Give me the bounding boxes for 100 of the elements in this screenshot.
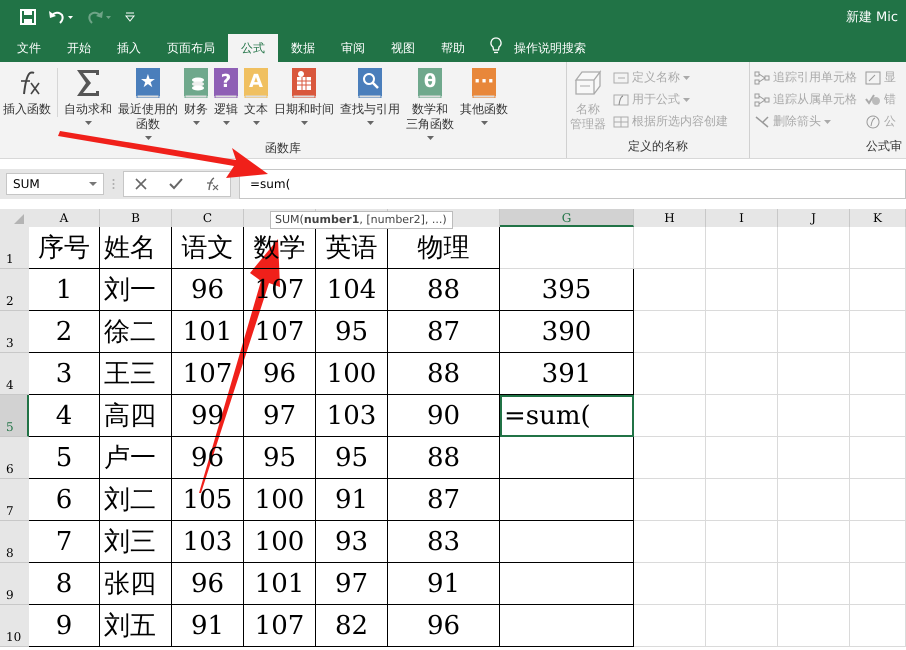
empty-cell	[850, 269, 906, 311]
ribbon-tab[interactable]: 文件	[4, 34, 54, 62]
cancel-icon[interactable]	[135, 178, 147, 190]
row-header[interactable]: 10	[0, 605, 29, 647]
empty-cell	[634, 311, 706, 353]
window-title: 新建 Mic	[846, 9, 898, 26]
table-cell: 刘二	[100, 479, 172, 521]
ribbon-tab[interactable]: 审阅	[328, 34, 378, 62]
table-cell: 395	[500, 269, 634, 311]
ribbon-tab[interactable]: 页面布局	[154, 34, 228, 62]
table-cell: 2	[29, 311, 100, 353]
empty-cell	[634, 437, 706, 479]
row-header[interactable]: 6	[0, 437, 29, 479]
empty-cell	[778, 311, 850, 353]
sigma-icon	[74, 68, 102, 98]
row-header[interactable]: 8	[0, 521, 29, 563]
table-cell: 语文	[172, 227, 244, 269]
column-header[interactable]: J	[778, 209, 850, 227]
function-tooltip: SUM(number1, [number2], ...)	[270, 211, 453, 229]
table-cell: 83	[388, 521, 500, 563]
table-cell: 391	[500, 353, 634, 395]
empty-cell	[778, 521, 850, 563]
row-header[interactable]: 5	[0, 395, 29, 437]
trace-icon	[754, 92, 770, 106]
ribbon-tab[interactable]: 公式	[228, 34, 278, 62]
ribbon-button[interactable]: 日期和时间	[271, 68, 337, 125]
empty-cell	[706, 227, 778, 269]
column-header[interactable]: G	[500, 209, 634, 227]
table-cell: 高四	[100, 395, 172, 437]
ribbon-button[interactable]: ··· 其他函数	[457, 68, 511, 125]
table-cell: 徐二	[100, 311, 172, 353]
ribbon-button[interactable]: ★ 最近使用的 函数	[115, 68, 181, 140]
column-header[interactable]: K	[850, 209, 906, 227]
save-icon[interactable]	[20, 9, 36, 25]
formula-field[interactable]: =sum(	[239, 169, 906, 199]
tell-me-search[interactable]: 操作说明搜索	[514, 40, 586, 56]
table-cell: 张四	[100, 563, 172, 605]
customize-icon[interactable]	[124, 11, 136, 23]
column-header[interactable]: A	[29, 209, 100, 227]
undo-icon[interactable]	[48, 9, 74, 25]
ribbon-tab[interactable]: 视图	[378, 34, 428, 62]
table-cell: 1	[29, 269, 100, 311]
ribbon-button[interactable]: 财务	[181, 68, 211, 125]
table-cell: 95	[244, 437, 316, 479]
ribbon-button[interactable]: ? 逻辑	[211, 68, 241, 125]
empty-cell	[706, 395, 778, 437]
ribbon-tab[interactable]: 帮助	[428, 34, 478, 62]
table-cell: 刘一	[100, 269, 172, 311]
table-cell: 107	[244, 605, 316, 647]
row-header[interactable]: 2	[0, 269, 29, 311]
group-label: 定义的名称	[627, 138, 689, 155]
book-glyph: θ	[422, 70, 438, 94]
empty-cell	[850, 311, 906, 353]
table-cell: 100	[316, 353, 388, 395]
empty-cell	[634, 563, 706, 605]
table-cell: 97	[244, 395, 316, 437]
column-header[interactable]: I	[706, 209, 778, 227]
group-label: 函数库	[264, 140, 302, 157]
ribbon-button[interactable]: 插入函数	[0, 68, 58, 117]
group-label: 公式审	[865, 138, 903, 155]
empty-cell	[706, 311, 778, 353]
row-header[interactable]: 7	[0, 479, 29, 521]
row-header[interactable]: 9	[0, 563, 29, 605]
empty-cell	[634, 521, 706, 563]
table-cell: 91	[172, 605, 244, 647]
book-glyph: A	[248, 70, 264, 94]
table-cell: 9	[29, 605, 100, 647]
table-cell: 87	[388, 311, 500, 353]
insert-function-icon[interactable]	[205, 177, 219, 191]
ribbon-tab[interactable]: 插入	[104, 34, 154, 62]
table-cell: 王三	[100, 353, 172, 395]
ribbon-tab[interactable]: 开始	[54, 34, 104, 62]
empty-cell	[850, 521, 906, 563]
table-cell: 97	[316, 563, 388, 605]
empty-cell	[706, 479, 778, 521]
table-cell: 101	[172, 311, 244, 353]
row-header[interactable]: 4	[0, 353, 29, 395]
remove-arrows-icon	[754, 114, 770, 128]
enter-check-icon[interactable]	[169, 178, 183, 190]
column-header[interactable]: C	[172, 209, 244, 227]
table-cell: =sum(	[500, 395, 634, 437]
fx-circle-icon	[865, 114, 881, 128]
ribbon-button[interactable]: A 文本	[241, 68, 271, 125]
ribbon-tab[interactable]: 数据	[278, 34, 328, 62]
ribbon-button[interactable]: θ 数学和 三角函数	[403, 68, 457, 140]
empty-cell	[778, 227, 850, 269]
ribbon-button[interactable]: 查找与引用	[337, 68, 403, 125]
check-warning-icon	[865, 92, 881, 106]
table-cell: 93	[316, 521, 388, 563]
row-header[interactable]: 3	[0, 311, 29, 353]
table-cell: 103	[172, 521, 244, 563]
empty-cell	[778, 437, 850, 479]
column-header[interactable]: H	[634, 209, 706, 227]
column-header[interactable]: B	[100, 209, 172, 227]
row-header[interactable]: 1	[0, 227, 29, 269]
empty-cell	[706, 353, 778, 395]
name-box[interactable]: SUM	[6, 173, 104, 195]
table-cell: 刘五	[100, 605, 172, 647]
table-cell: 99	[172, 395, 244, 437]
ribbon-button[interactable]: 自动求和	[61, 68, 115, 125]
